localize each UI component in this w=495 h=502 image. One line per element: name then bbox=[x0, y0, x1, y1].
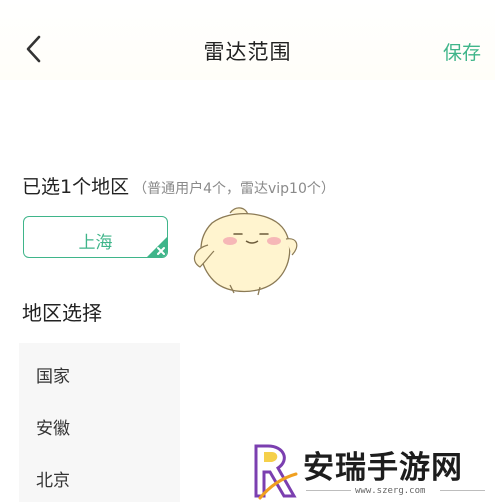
watermark-divider-right bbox=[440, 490, 485, 491]
watermark-logo bbox=[254, 444, 298, 500]
selected-regions-header: 已选1个地区 （普通用户4个，雷达vip10个） bbox=[22, 172, 335, 199]
region-list: 国家 安徽 北京 bbox=[19, 343, 180, 502]
remove-chip-button[interactable] bbox=[146, 236, 167, 257]
selected-region-chip[interactable]: 上海 bbox=[23, 216, 168, 258]
page-title: 雷达范围 bbox=[203, 40, 292, 64]
mascot-illustration bbox=[193, 207, 298, 296]
selected-count-label: 已选1个地区 bbox=[22, 176, 130, 198]
watermark-divider-left bbox=[306, 490, 351, 491]
top-nav-bar: 雷达范围 保存 bbox=[0, 0, 495, 80]
site-watermark: 安瑞手游网 www.szerg.com bbox=[250, 438, 495, 502]
close-icon bbox=[147, 237, 167, 257]
selection-limit-hint: （普通用户4个，雷达vip10个） bbox=[133, 181, 335, 197]
region-item-guojia[interactable]: 国家 bbox=[36, 362, 70, 387]
watermark-brand: 安瑞手游网 bbox=[303, 450, 463, 486]
region-item-beijing[interactable]: 北京 bbox=[36, 466, 70, 491]
region-selection-title: 地区选择 bbox=[22, 301, 102, 325]
save-button[interactable]: 保存 bbox=[443, 38, 481, 65]
region-item-anhui[interactable]: 安徽 bbox=[36, 414, 70, 439]
watermark-url: www.szerg.com bbox=[355, 486, 426, 496]
